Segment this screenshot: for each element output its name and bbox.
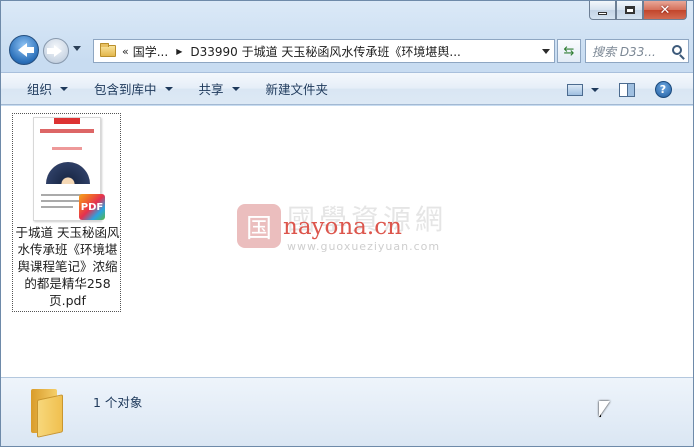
- explorer-window: ✕ « 国学... ▶ D33990 于城道 天玉秘函风水传承班《环境堪舆...…: [0, 0, 694, 447]
- address-bar[interactable]: « 国学... ▶ D33990 于城道 天玉秘函风水传承班《环境堪舆...: [93, 39, 555, 63]
- address-history-dropdown[interactable]: [542, 49, 550, 54]
- forward-button[interactable]: [43, 38, 69, 64]
- include-in-library-menu[interactable]: 包含到库中: [81, 72, 186, 105]
- minimize-icon: [598, 11, 607, 15]
- preview-pane-button[interactable]: [615, 73, 639, 106]
- folder-icon: [31, 389, 65, 438]
- close-button[interactable]: ✕: [643, 1, 687, 20]
- chevron-down-icon[interactable]: [591, 87, 599, 92]
- file-name: 于城道 天玉秘函风水传承班《环境堪舆课程笔记》浓缩的都是精华258页.pdf: [15, 225, 120, 308]
- item-count: 1 个对象: [93, 395, 143, 410]
- back-button[interactable]: [9, 35, 39, 65]
- organize-menu[interactable]: 组织: [1, 72, 81, 105]
- search-icon[interactable]: [672, 45, 682, 55]
- folder-icon: [100, 43, 116, 57]
- chevron-down-icon: [231, 86, 240, 91]
- refresh-icon: ⇆: [563, 43, 575, 59]
- breadcrumb-item-guoxue[interactable]: 国学...: [133, 43, 168, 60]
- help-button[interactable]: ?: [651, 73, 675, 106]
- watermark-url: nayona.cn: [283, 214, 402, 240]
- watermark-sub-url: www.guoxueziyuan.com: [287, 240, 441, 253]
- chevron-down-icon: [164, 86, 173, 91]
- change-view-button[interactable]: [563, 73, 603, 106]
- minimize-button[interactable]: [589, 1, 616, 20]
- search-input[interactable]: 搜索 D33...: [585, 39, 689, 63]
- breadcrumb-separator-icon[interactable]: ▶: [176, 47, 182, 56]
- refresh-button[interactable]: ⇆: [557, 39, 581, 63]
- forward-arrow-icon: [47, 45, 62, 57]
- breadcrumb-item-current-folder[interactable]: D33990 于城道 天玉秘函风水传承班《环境堪舆...: [190, 43, 461, 60]
- breadcrumb-overflow[interactable]: «: [122, 45, 129, 58]
- breadcrumb: « 国学... ▶ D33990 于城道 天玉秘函风水传承班《环境堪舆...: [122, 43, 461, 60]
- window-controls: ✕: [589, 1, 687, 21]
- maximize-button[interactable]: [616, 1, 643, 20]
- new-folder-button[interactable]: 新建文件夹: [253, 72, 342, 105]
- navigation-bar: « 国学... ▶ D33990 于城道 天玉秘函风水传承班《环境堪舆... ⇆…: [9, 35, 689, 65]
- watermark: 国 國學資源網 nayona.cn www.guoxueziyuan.com: [237, 198, 467, 258]
- preview-pane-icon: [619, 82, 635, 97]
- command-bar: 组织 包含到库中 共享 新建文件夹 ?: [1, 72, 693, 105]
- recent-pages-dropdown[interactable]: [73, 46, 81, 51]
- view-icon: [567, 83, 583, 96]
- search-placeholder: 搜索 D33...: [592, 44, 656, 59]
- file-item[interactable]: PDF 于城道 天玉秘函风水传承班《环境堪舆课程笔记》浓缩的都是精华258页.p…: [12, 113, 121, 312]
- back-arrow-icon: [17, 43, 34, 57]
- close-icon: ✕: [659, 2, 671, 18]
- pdf-icon: PDF: [79, 194, 105, 220]
- fan-illustration: [46, 162, 90, 184]
- watermark-seal-icon: 国: [237, 204, 281, 248]
- details-pane: 1 个对象: [1, 377, 693, 446]
- file-list-pane[interactable]: PDF 于城道 天玉秘函风水传承班《环境堪舆课程笔记》浓缩的都是精华258页.p…: [1, 106, 693, 377]
- help-icon: ?: [654, 81, 672, 98]
- chevron-down-icon: [60, 86, 69, 91]
- share-menu[interactable]: 共享: [186, 72, 253, 105]
- maximize-icon: [624, 6, 635, 14]
